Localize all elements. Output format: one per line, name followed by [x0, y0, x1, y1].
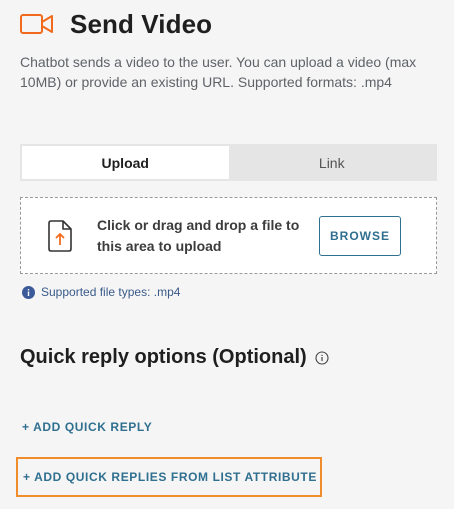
upload-dropzone[interactable]: Click or drag and drop a file to this ar… [20, 197, 437, 274]
quick-reply-section-title: Quick reply options (Optional) [20, 346, 329, 369]
tab-upload[interactable]: Upload [22, 146, 229, 179]
add-quick-replies-from-list-button[interactable]: + ADD QUICK REPLIES FROM LIST ATTRIBUTE [16, 457, 322, 497]
quick-reply-heading: Quick reply options (Optional) [20, 346, 307, 368]
browse-button[interactable]: BROWSE [319, 215, 401, 256]
send-video-panel: Send Video Chatbot sends a video to the … [0, 0, 454, 509]
add-from-list-label: + ADD QUICK REPLIES FROM LIST ATTRIBUTE [23, 470, 317, 484]
header: Send Video [20, 8, 212, 40]
file-upload-icon [47, 219, 73, 252]
supported-types-hint: Supported file types: .mp4 [22, 285, 180, 299]
hint-text: Supported file types: .mp4 [41, 285, 181, 299]
page-title: Send Video [70, 8, 213, 39]
tab-link[interactable]: Link [229, 146, 436, 179]
dropzone-text: Click or drag and drop a file to this ar… [97, 216, 300, 254]
source-tabs: Upload Link [20, 144, 437, 181]
add-quick-reply-button[interactable]: + ADD QUICK REPLY [22, 420, 152, 434]
description: Chatbot sends a video to the user. You c… [20, 54, 417, 90]
help-circle-icon[interactable] [315, 350, 329, 365]
video-camera-icon [20, 12, 54, 36]
info-icon [22, 285, 35, 299]
